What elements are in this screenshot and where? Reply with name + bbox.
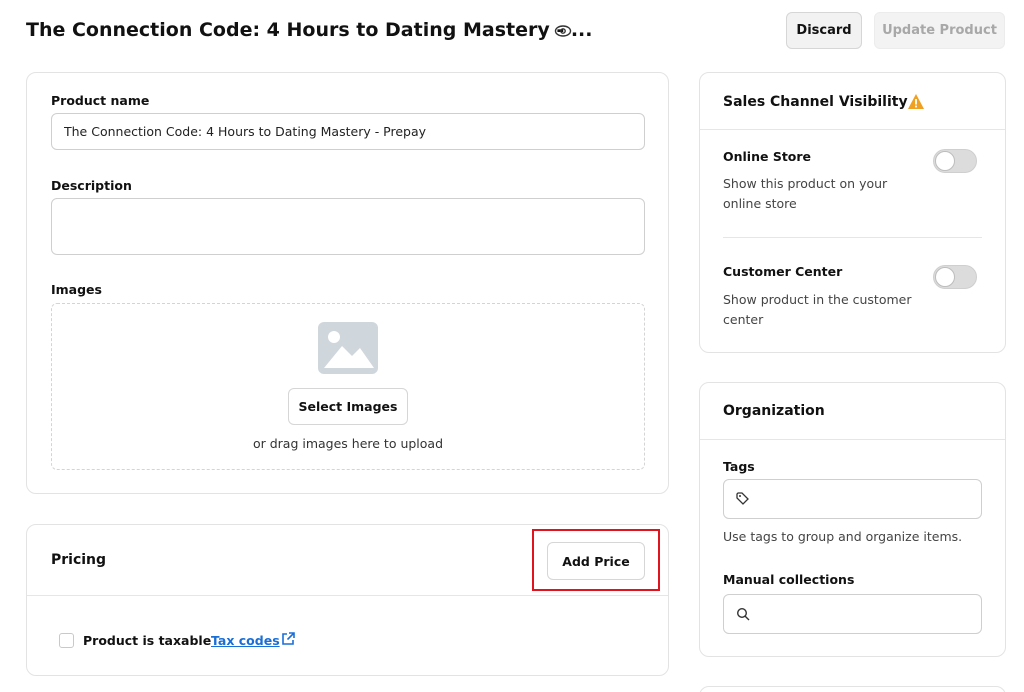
channel-customer-center-description: Show product in the customer center [723,292,912,327]
tags-label: Tags [723,459,755,474]
tags-helper-text: Use tags to group and organize items. [723,529,963,544]
discard-button[interactable]: Discard [786,12,862,49]
tag-icon [736,492,749,505]
organization-title: Organization [723,403,825,419]
online-store-toggle[interactable] [933,149,977,173]
product-edit-page: The Connection Code: 4 Hours to Dating M… [0,0,1024,692]
organization-card: Organization Tags Use tags to group and … [699,382,1006,657]
sales-channel-title: Sales Channel Visibility [723,94,908,110]
organization-divider [700,439,1005,440]
product-details-card: Product name Description Images Select I… [26,72,669,494]
taxable-label: Product is taxable [83,633,212,648]
product-name-input[interactable] [51,113,645,150]
eye-icon[interactable] [554,24,572,38]
images-label: Images [51,282,102,297]
image-dropzone[interactable]: Select Images or drag images here to upl… [51,303,645,470]
manual-collections-input[interactable] [723,594,982,634]
add-price-button[interactable]: Add Price [547,542,645,580]
image-placeholder-icon [318,322,378,374]
warning-icon [908,94,924,109]
product-name-label: Product name [51,93,150,108]
sales-channel-card: Sales Channel Visibility Online Store Sh… [699,72,1006,353]
tax-codes-link[interactable]: Tax codes [211,633,280,648]
channel-customer-center-title: Customer Center [723,264,843,279]
sales-channel-divider [700,129,1005,130]
toggle-knob [935,151,955,171]
update-product-button[interactable]: Update Product [874,12,1005,49]
pricing-divider [27,595,668,596]
pricing-card: Pricing Add Price Product is taxable Tax… [26,524,669,676]
channel-online-store-description: Show this product on your online store [723,176,888,211]
customer-center-toggle[interactable] [933,265,977,289]
description-label: Description [51,178,132,193]
select-images-button[interactable]: Select Images [288,388,408,425]
external-link-icon[interactable] [280,631,296,647]
page-title: The Connection Code: 4 Hours to Dating M… [26,19,593,41]
tags-input[interactable] [723,479,982,519]
channel-online-store-title: Online Store [723,149,812,164]
manual-collections-label: Manual collections [723,572,855,587]
drag-upload-text: or drag images here to upload [252,436,444,451]
description-textarea[interactable] [51,198,645,255]
channel-divider [723,237,982,238]
search-icon [736,607,750,621]
taxable-checkbox[interactable] [59,633,74,648]
pricing-title: Pricing [51,552,107,568]
additional-card [699,686,1006,692]
toggle-knob [935,267,955,287]
